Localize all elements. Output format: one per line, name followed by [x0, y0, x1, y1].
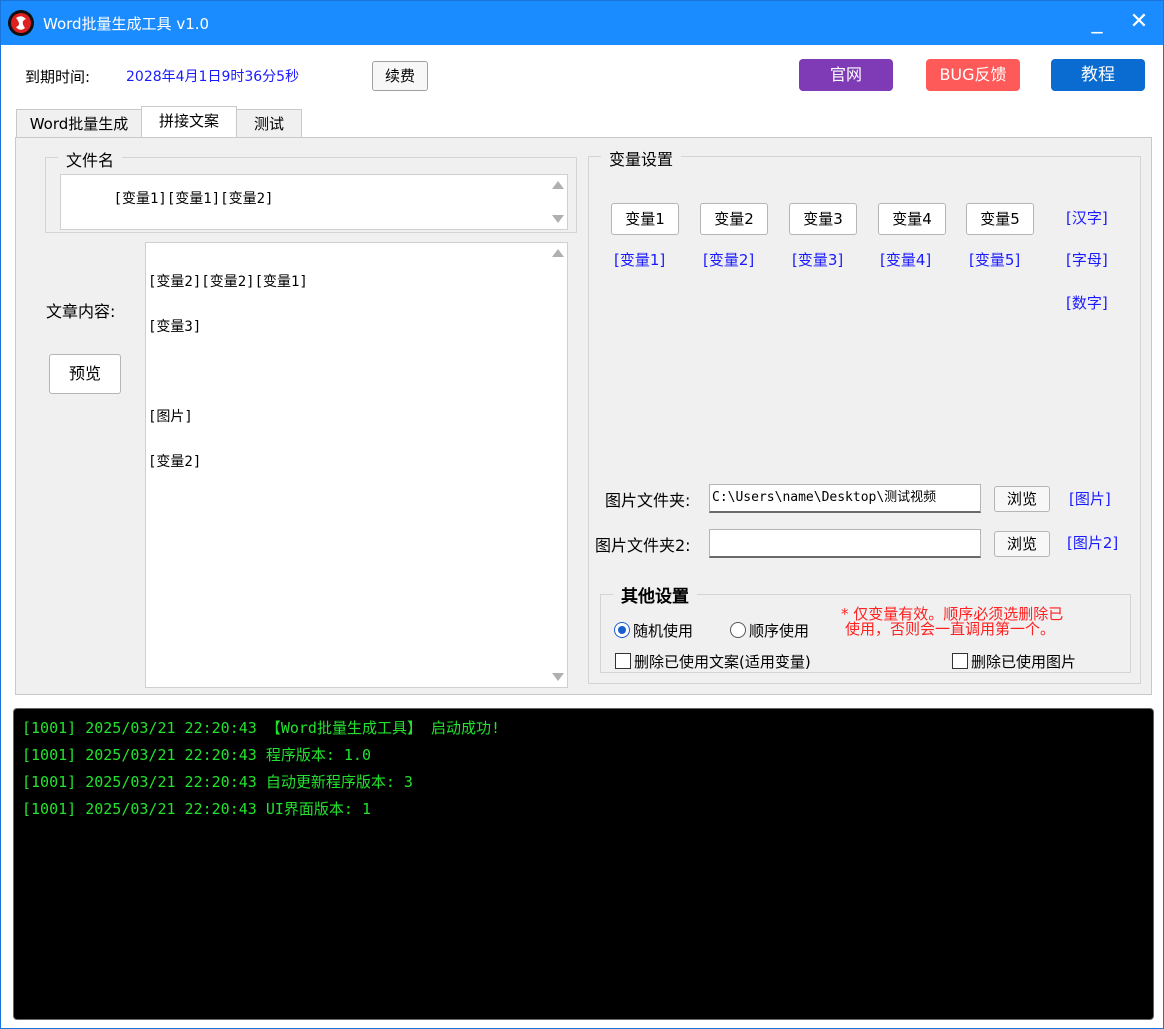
filename-scrollbar[interactable]: [549, 175, 567, 229]
delete-used-text-label[interactable]: 删除已使用文案(适用变量): [634, 651, 811, 672]
insert-variable-4-link[interactable]: [变量4]: [880, 249, 931, 270]
tab-panel: 文件名 [变量1][变量1][变量2] 文章内容: 预览 [变量2][变量2][…: [15, 137, 1152, 695]
scroll-up-icon[interactable]: [552, 181, 564, 189]
bug-feedback-button[interactable]: BUG反馈: [926, 59, 1020, 91]
delete-used-text-checkbox[interactable]: [615, 653, 631, 669]
log-console[interactable]: [1001] 2025/03/21 22:20:43 【Word批量生成工具】 …: [13, 708, 1154, 1020]
image-folder-1-label: 图片文件夹:: [605, 491, 691, 510]
article-line: [变量2]: [148, 454, 202, 470]
title-bar[interactable]: Word批量生成工具 v1.0 _ ✕: [1, 1, 1163, 45]
filename-group-title: 文件名: [58, 147, 123, 171]
article-content-input[interactable]: [变量2][变量2][变量1] [变量3] [图片] [变量2]: [145, 242, 568, 688]
window-title: Word批量生成工具 v1.0: [43, 15, 210, 33]
insert-variable-3-link[interactable]: [变量3]: [792, 249, 843, 270]
scroll-down-icon[interactable]: [552, 215, 564, 223]
app-logo-icon: [8, 10, 34, 36]
preview-button[interactable]: 预览: [49, 354, 121, 394]
insert-hanzi-link[interactable]: [汉字]: [1066, 207, 1108, 228]
expire-value: 2028年4月1日9时36分5秒: [126, 69, 300, 85]
image-folder-2-input[interactable]: [709, 529, 981, 558]
insert-image-link[interactable]: [图片]: [1069, 488, 1111, 509]
warning-line-1: * 仅变量有效。顺序必须选删除已: [841, 605, 1064, 623]
variable-settings-title: 变量设置: [601, 146, 682, 170]
article-content-label: 文章内容:: [46, 302, 116, 321]
insert-variable-1-link[interactable]: [变量1]: [614, 249, 665, 270]
article-scrollbar[interactable]: [549, 243, 567, 687]
delete-used-image-label[interactable]: 删除已使用图片: [971, 651, 1076, 672]
expire-label: 到期时间:: [25, 68, 91, 86]
insert-letter-link[interactable]: [字母]: [1066, 249, 1108, 270]
log-line: [1001] 2025/03/21 22:20:43 UI界面版本: 1: [22, 800, 371, 818]
delete-used-image-checkbox[interactable]: [952, 653, 968, 669]
random-use-label[interactable]: 随机使用: [633, 620, 693, 641]
app-window: Word批量生成工具 v1.0 _ ✕ 到期时间: 2028年4月1日9时36分…: [0, 0, 1164, 1029]
log-line: [1001] 2025/03/21 22:20:43 程序版本: 1.0: [22, 746, 371, 764]
variable-5-button[interactable]: 变量5: [966, 203, 1034, 235]
variable-2-button[interactable]: 变量2: [700, 203, 768, 235]
minimize-button[interactable]: _: [1081, 7, 1113, 39]
image-folder-1-input[interactable]: C:\Users\name\Desktop\测试视频: [709, 484, 981, 513]
article-line: [图片]: [148, 409, 193, 425]
sequential-use-radio[interactable]: [730, 622, 746, 638]
official-site-button[interactable]: 官网: [799, 59, 893, 91]
tutorial-button[interactable]: 教程: [1051, 59, 1145, 91]
insert-variable-2-link[interactable]: [变量2]: [703, 249, 754, 270]
filename-input[interactable]: [变量1][变量1][变量2]: [60, 174, 568, 230]
article-line: [变量3]: [148, 319, 202, 335]
tab-test[interactable]: 测试: [236, 109, 302, 138]
variable-4-button[interactable]: 变量4: [878, 203, 946, 235]
image-folder-2-label: 图片文件夹2:: [595, 536, 691, 555]
close-button[interactable]: ✕: [1123, 7, 1155, 39]
insert-variable-5-link[interactable]: [变量5]: [969, 249, 1020, 270]
warning-line-2: 使用，否则会一直调用第一个。: [845, 620, 1056, 638]
random-use-radio[interactable]: [614, 622, 630, 638]
log-line: [1001] 2025/03/21 22:20:43 【Word批量生成工具】 …: [22, 719, 501, 737]
sequential-use-label[interactable]: 顺序使用: [749, 620, 809, 641]
other-settings-group: 其他设置 随机使用 顺序使用 * 仅变量有效。顺序必须选删除已 使用，否则会一直…: [600, 582, 1131, 673]
log-line: [1001] 2025/03/21 22:20:43 自动更新程序版本: 3: [22, 773, 413, 791]
variable-settings-group: 变量设置 变量1 变量2 变量3 变量4 变量5 [汉字] [变量1] [变量2…: [588, 146, 1141, 684]
tab-word-batch[interactable]: Word批量生成: [16, 109, 142, 138]
image-folder-1-browse-button[interactable]: 浏览: [994, 486, 1050, 512]
article-line: [148, 365, 567, 380]
scroll-down-icon[interactable]: [552, 673, 564, 681]
insert-number-link[interactable]: [数字]: [1066, 292, 1108, 313]
tab-splice-copy[interactable]: 拼接文案: [141, 106, 237, 138]
scroll-up-icon[interactable]: [552, 249, 564, 257]
filename-value: [变量1][变量1][变量2]: [113, 191, 274, 207]
variable-3-button[interactable]: 变量3: [789, 203, 857, 235]
insert-image-2-link[interactable]: [图片2]: [1067, 532, 1118, 553]
variable-1-button[interactable]: 变量1: [611, 203, 679, 235]
renew-button[interactable]: 续费: [372, 61, 428, 91]
image-folder-2-browse-button[interactable]: 浏览: [994, 531, 1050, 557]
article-line: [变量2][变量2][变量1]: [148, 274, 308, 290]
other-settings-title: 其他设置: [613, 582, 697, 607]
